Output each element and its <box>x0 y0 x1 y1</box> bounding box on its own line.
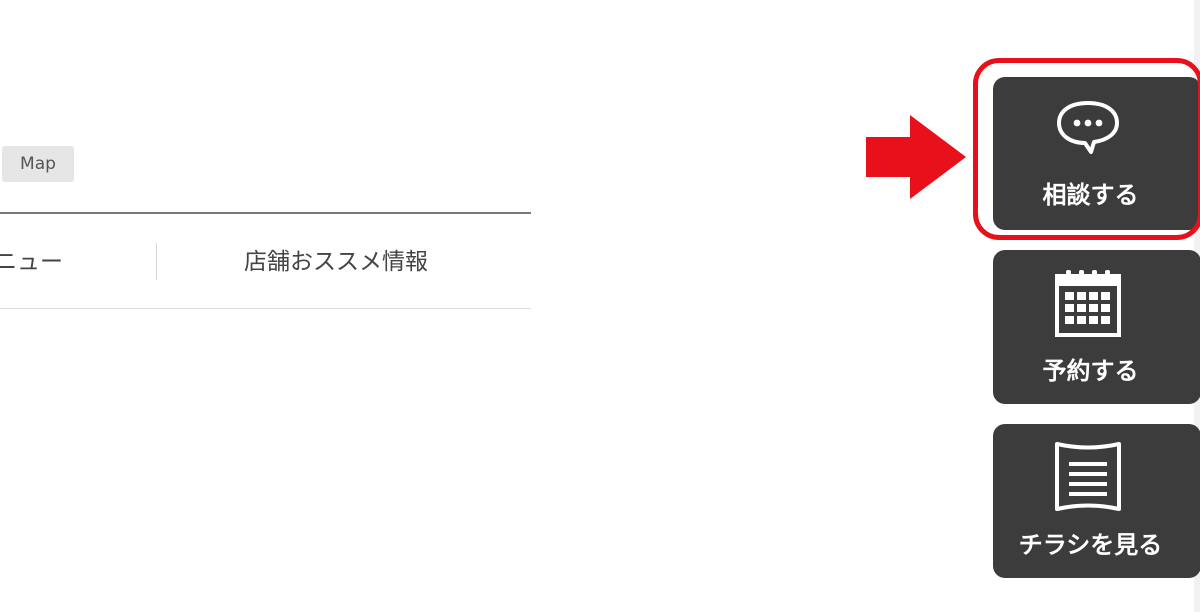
tab-menu[interactable]: ニュー <box>0 244 63 280</box>
tab-divider <box>156 243 157 280</box>
flyer-document-icon <box>1048 441 1128 513</box>
tab-store-recommendations[interactable]: 店舗おススメ情報 <box>244 244 428 280</box>
page: Map ニュー 店舗おススメ情報 相談する 予約する チラシを見る <box>0 0 1200 612</box>
map-button[interactable]: Map <box>2 146 74 182</box>
flyer-button[interactable]: チラシを見る <box>993 424 1200 578</box>
reserve-button-label: 予約する <box>1042 357 1139 385</box>
reserve-button[interactable]: 予約する <box>993 250 1200 404</box>
calendar-icon <box>1048 268 1128 338</box>
flyer-button-label: チラシを見る <box>1018 531 1163 559</box>
tab-bar-top-border <box>0 212 531 214</box>
red-arrow-icon <box>866 115 966 199</box>
tab-bar-bottom-border <box>0 308 531 309</box>
highlight-frame <box>973 58 1200 240</box>
